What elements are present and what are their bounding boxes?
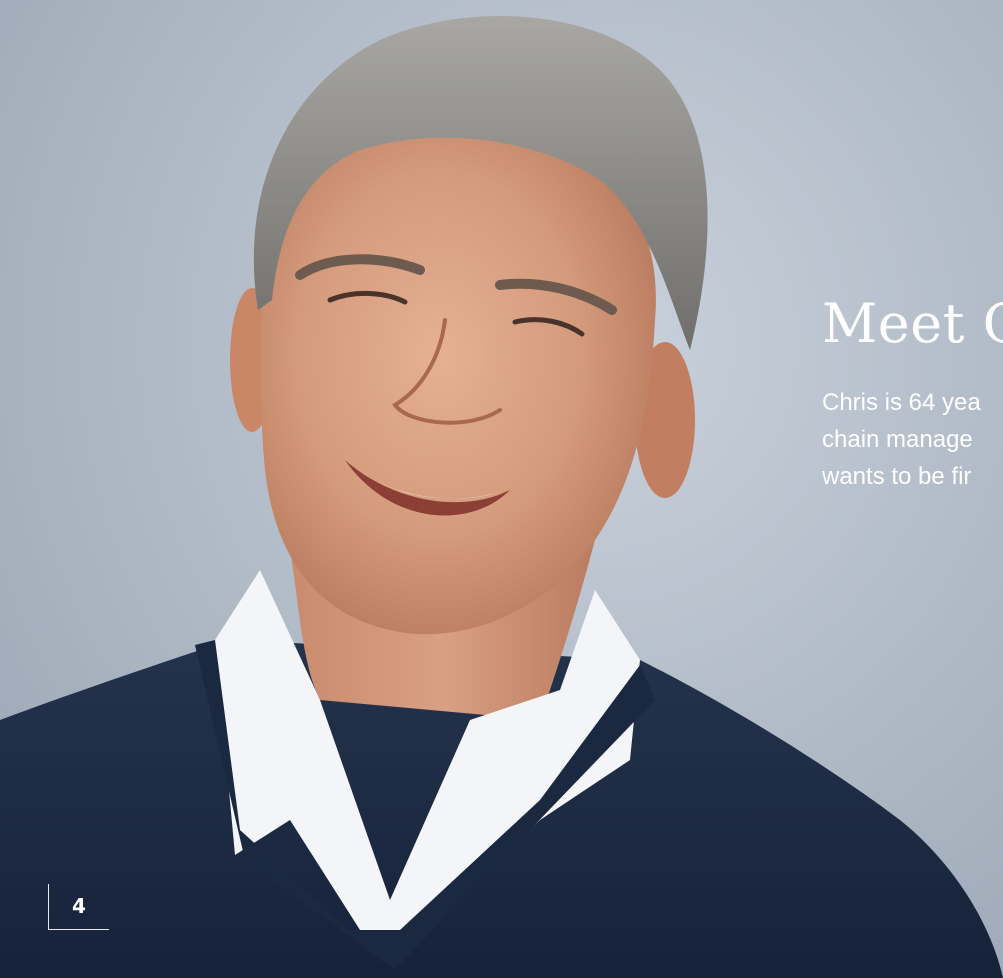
brochure-page: Meet C Chris is 64 yea chain manage want…	[0, 0, 1003, 978]
headline: Meet C	[822, 292, 1003, 355]
intro-line: Chris is 64 yea	[822, 389, 981, 416]
face-shape	[260, 124, 656, 635]
intro-line: chain manage	[822, 426, 973, 453]
page-number: 4	[72, 894, 86, 918]
intro-text: Chris is 64 yea chain manage wants to be…	[822, 384, 1003, 495]
intro-line: wants to be fir	[822, 463, 972, 490]
